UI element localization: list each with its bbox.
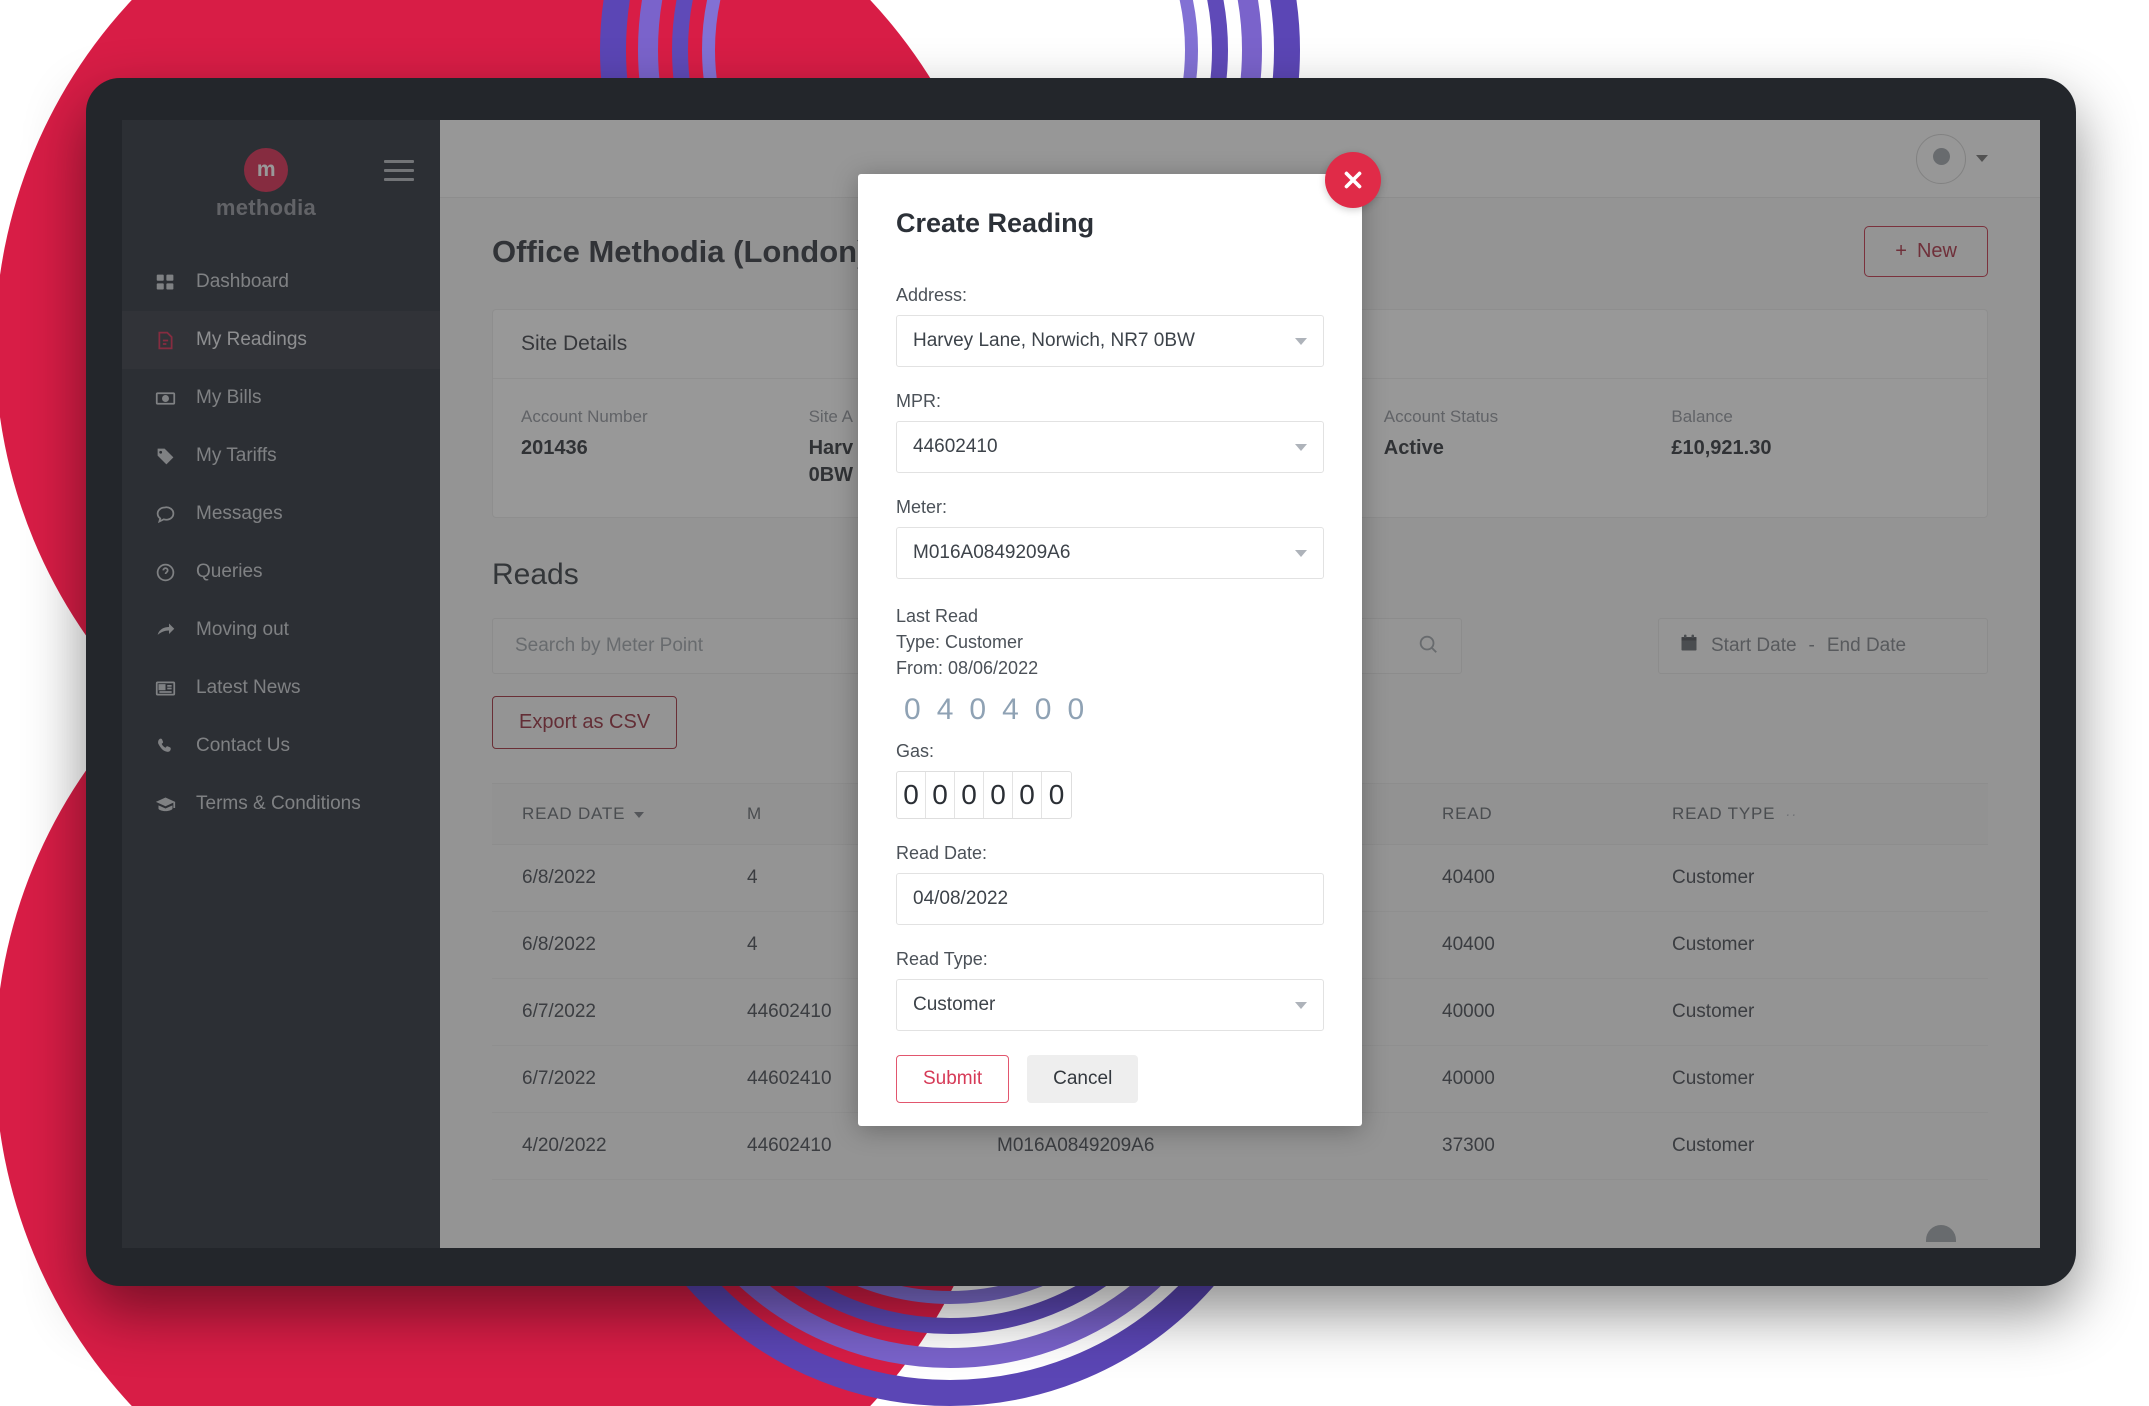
last-read-digit: 0 — [904, 693, 921, 727]
create-reading-modal: Create Reading Address: Harvey Lane, Nor… — [858, 174, 1362, 1126]
chevron-down-icon — [1295, 337, 1307, 345]
last-read-digit: 0 — [1067, 693, 1085, 727]
mpr-select[interactable]: 44602410 — [896, 421, 1324, 473]
address-value: Harvey Lane, Norwich, NR7 0BW — [913, 330, 1195, 351]
gas-label: Gas: — [896, 741, 935, 762]
last-read-from: From: 08/06/2022 — [896, 658, 1039, 679]
submit-button[interactable]: Submit — [896, 1055, 1010, 1104]
mpr-value: 44602410 — [913, 436, 998, 457]
close-modal-button[interactable] — [1325, 152, 1381, 208]
screenshot-root: m methodia Dashboard — [0, 0, 2149, 1406]
chevron-down-icon — [1295, 549, 1307, 557]
modal-actions: Submit Cancel — [896, 1055, 1324, 1104]
gas-reading-input[interactable]: 0 0 0 0 0 0 — [896, 771, 1072, 820]
last-read-digit: 4 — [936, 693, 954, 727]
meter-value: M016A0849209A6 — [913, 542, 1071, 563]
read-date-label: Read Date: — [896, 843, 988, 864]
read-type-label: Read Type: — [896, 949, 988, 970]
close-icon — [1344, 171, 1362, 189]
gas-digit-input[interactable]: 0 — [955, 772, 984, 819]
last-read-digit: 4 — [1002, 693, 1019, 727]
gas-digit-input[interactable]: 0 — [1042, 772, 1071, 818]
last-read-digit: 0 — [1034, 693, 1052, 727]
cancel-button[interactable]: Cancel — [1027, 1055, 1139, 1104]
gas-digit-input[interactable]: 0 — [984, 772, 1013, 819]
read-date-value: 04/08/2022 — [913, 888, 1009, 910]
read-type-value: Customer — [913, 994, 996, 1016]
address-label: Address: — [896, 285, 968, 305]
last-read-digits: 0 4 0 4 0 0 — [896, 687, 1324, 741]
meter-label: Meter: — [896, 497, 948, 517]
last-read-digit: 0 — [969, 693, 987, 727]
gas-digit-input[interactable]: 0 — [897, 772, 926, 819]
read-date-input[interactable]: 04/08/2022 — [896, 873, 1324, 926]
last-read-type: Type: Customer — [896, 632, 1024, 653]
chevron-down-icon — [1295, 443, 1307, 451]
modal-title: Create Reading — [896, 208, 1095, 238]
last-read-info: Last Read Type: Customer From: 08/06/202… — [896, 603, 1324, 681]
last-read-title: Last Read — [896, 606, 979, 626]
gas-digit-input[interactable]: 0 — [926, 772, 955, 819]
meter-select[interactable]: M016A0849209A6 — [896, 527, 1324, 579]
chevron-down-icon — [1295, 1001, 1307, 1009]
gas-digit-input[interactable]: 0 — [1013, 772, 1042, 819]
address-select[interactable]: Harvey Lane, Norwich, NR7 0BW — [896, 315, 1324, 367]
mpr-label: MPR: — [896, 391, 941, 411]
read-type-select[interactable]: Customer — [896, 979, 1324, 1032]
